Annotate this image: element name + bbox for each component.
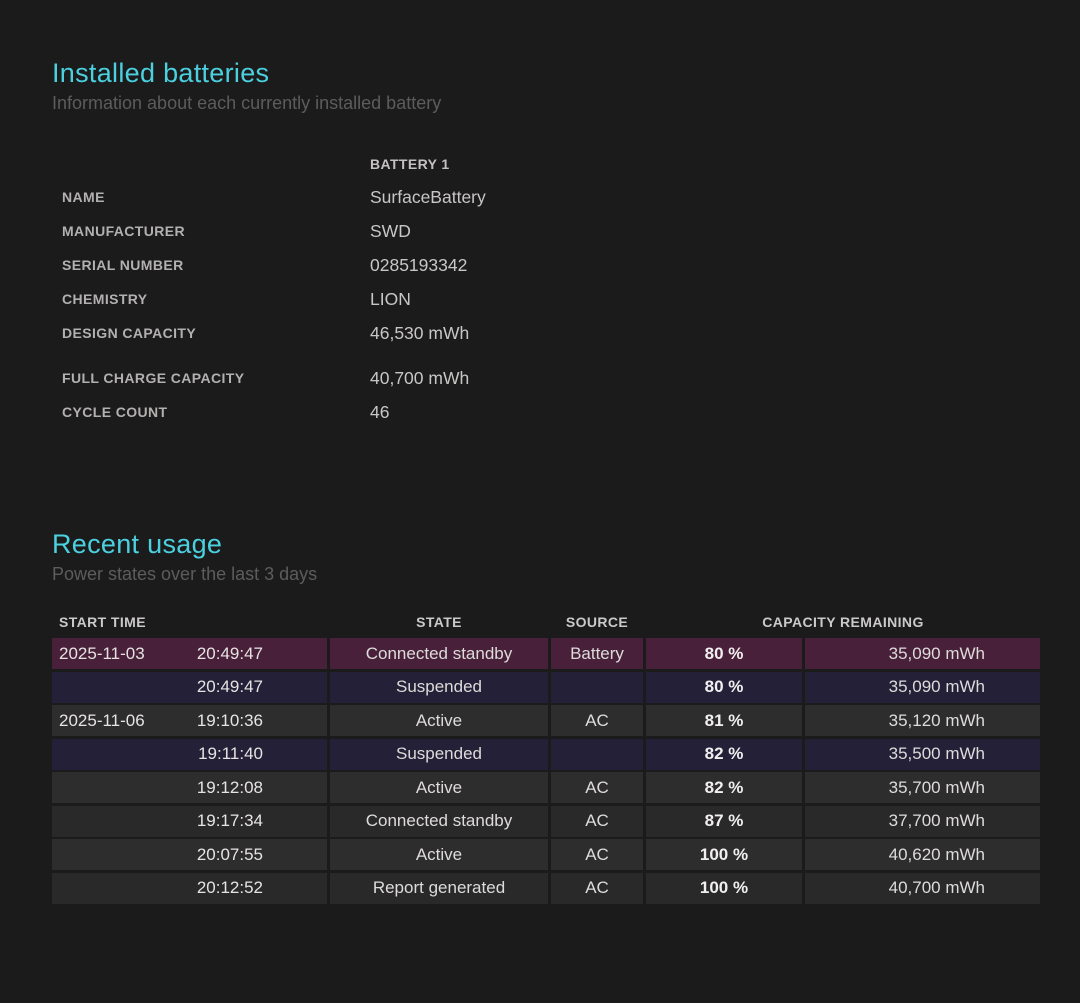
start-date: 2025-11-06 (59, 711, 197, 731)
cell-mwh: 35,120 mWh (805, 705, 1040, 736)
usage-table-row: 19:12:08 Active AC 82 % 35,700 mWh (52, 772, 1040, 803)
battery-info-row: CHEMISTRY LION (62, 282, 1040, 316)
start-time: 19:11:40 (198, 744, 263, 764)
cell-source: AC (551, 839, 643, 870)
battery-info-rows: NAME SurfaceBattery MANUFACTURER SWD SER… (62, 180, 1040, 350)
battery-column-header-row: BATTERY 1 (62, 148, 1040, 180)
cell-state: Suspended (330, 739, 548, 770)
usage-table-header: START TIME STATE SOURCE CAPACITY REMAINI… (52, 611, 1040, 633)
header-state: STATE (330, 614, 548, 630)
info-value: SurfaceBattery (370, 187, 486, 208)
cell-mwh: 35,090 mWh (805, 672, 1040, 703)
cell-mwh: 35,700 mWh (805, 772, 1040, 803)
cell-source: Battery (551, 638, 643, 669)
usage-table-row: 20:49:47 Suspended 80 % 35,090 mWh (52, 672, 1040, 703)
cell-percent: 87 % (646, 806, 802, 837)
cell-percent: 82 % (646, 772, 802, 803)
recent-usage-section: Recent usage Power states over the last … (52, 527, 1040, 904)
header-capacity-remaining: CAPACITY REMAINING (646, 614, 1040, 630)
cell-state: Active (330, 839, 548, 870)
header-start-time: START TIME (52, 614, 327, 630)
info-label: NAME (62, 189, 370, 205)
cell-mwh: 40,700 mWh (805, 873, 1040, 904)
start-time: 20:12:52 (197, 878, 263, 898)
cell-percent: 100 % (646, 873, 802, 904)
usage-table-row: 19:11:40 Suspended 82 % 35,500 mWh (52, 739, 1040, 770)
battery-report-page: Installed batteries Information about ea… (0, 0, 1080, 904)
cell-percent: 80 % (646, 672, 802, 703)
installed-batteries-title: Installed batteries (52, 56, 1040, 90)
cell-source: AC (551, 705, 643, 736)
cell-source: AC (551, 772, 643, 803)
info-value: 46 (370, 402, 389, 423)
cell-percent: 80 % (646, 638, 802, 669)
header-source: SOURCE (551, 614, 643, 630)
battery-info-rows-capacity: FULL CHARGE CAPACITY 40,700 mWh CYCLE CO… (62, 361, 1040, 429)
cell-mwh: 35,090 mWh (805, 638, 1040, 669)
battery-info-row: NAME SurfaceBattery (62, 180, 1040, 214)
cell-source: AC (551, 806, 643, 837)
cell-state: Report generated (330, 873, 548, 904)
info-value: 0285193342 (370, 255, 467, 276)
start-time: 19:10:36 (197, 711, 263, 731)
info-value: SWD (370, 221, 411, 242)
cell-state: Connected standby (330, 638, 548, 669)
cell-start-time: 20:12:52 (52, 873, 327, 904)
info-label: CYCLE COUNT (62, 404, 370, 420)
cell-state: Suspended (330, 672, 548, 703)
start-time: 19:17:34 (197, 811, 263, 831)
cell-start-time: 19:17:34 (52, 806, 327, 837)
usage-table: START TIME STATE SOURCE CAPACITY REMAINI… (52, 611, 1040, 904)
info-value: 46,530 mWh (370, 323, 469, 344)
cell-start-time: 2025-11-03 20:49:47 (52, 638, 327, 669)
info-label: DESIGN CAPACITY (62, 325, 370, 341)
info-label: SERIAL NUMBER (62, 257, 370, 273)
usage-table-row: 2025-11-06 19:10:36 Active AC 81 % 35,12… (52, 705, 1040, 736)
cell-percent: 82 % (646, 739, 802, 770)
cell-start-time: 20:49:47 (52, 672, 327, 703)
usage-table-row: 2025-11-03 20:49:47 Connected standby Ba… (52, 638, 1040, 669)
battery-info-table: BATTERY 1 NAME SurfaceBattery MANUFACTUR… (62, 148, 1040, 429)
info-label: CHEMISTRY (62, 291, 370, 307)
cell-state: Active (330, 705, 548, 736)
info-label: MANUFACTURER (62, 223, 370, 239)
usage-table-body: 2025-11-03 20:49:47 Connected standby Ba… (52, 638, 1040, 904)
cell-source (551, 672, 643, 703)
cell-percent: 100 % (646, 839, 802, 870)
usage-table-row: 20:07:55 Active AC 100 % 40,620 mWh (52, 839, 1040, 870)
cell-percent: 81 % (646, 705, 802, 736)
battery-info-row: FULL CHARGE CAPACITY 40,700 mWh (62, 361, 1040, 395)
recent-usage-title: Recent usage (52, 527, 1040, 561)
start-time: 20:49:47 (197, 677, 263, 697)
cell-source (551, 739, 643, 770)
start-date: 2025-11-03 (59, 644, 197, 664)
cell-start-time: 19:11:40 (52, 739, 327, 770)
battery-info-row: CYCLE COUNT 46 (62, 395, 1040, 429)
cell-mwh: 40,620 mWh (805, 839, 1040, 870)
cell-mwh: 35,500 mWh (805, 739, 1040, 770)
battery-1-header: BATTERY 1 (370, 156, 450, 172)
installed-batteries-section: Installed batteries Information about ea… (52, 56, 1040, 429)
cell-start-time: 19:12:08 (52, 772, 327, 803)
info-value: 40,700 mWh (370, 368, 469, 389)
usage-table-row: 20:12:52 Report generated AC 100 % 40,70… (52, 873, 1040, 904)
installed-batteries-subtitle: Information about each currently install… (52, 90, 1040, 116)
cell-source: AC (551, 873, 643, 904)
battery-info-row: DESIGN CAPACITY 46,530 mWh (62, 316, 1040, 350)
recent-usage-subtitle: Power states over the last 3 days (52, 561, 1040, 587)
cell-state: Active (330, 772, 548, 803)
cell-start-time: 20:07:55 (52, 839, 327, 870)
usage-table-row: 19:17:34 Connected standby AC 87 % 37,70… (52, 806, 1040, 837)
start-time: 20:07:55 (197, 845, 263, 865)
cell-state: Connected standby (330, 806, 548, 837)
battery-info-row: SERIAL NUMBER 0285193342 (62, 248, 1040, 282)
cell-mwh: 37,700 mWh (805, 806, 1040, 837)
info-value: LION (370, 289, 411, 310)
start-time: 20:49:47 (197, 644, 263, 664)
cell-start-time: 2025-11-06 19:10:36 (52, 705, 327, 736)
battery-info-row: MANUFACTURER SWD (62, 214, 1040, 248)
start-time: 19:12:08 (197, 778, 263, 798)
info-label: FULL CHARGE CAPACITY (62, 370, 370, 386)
